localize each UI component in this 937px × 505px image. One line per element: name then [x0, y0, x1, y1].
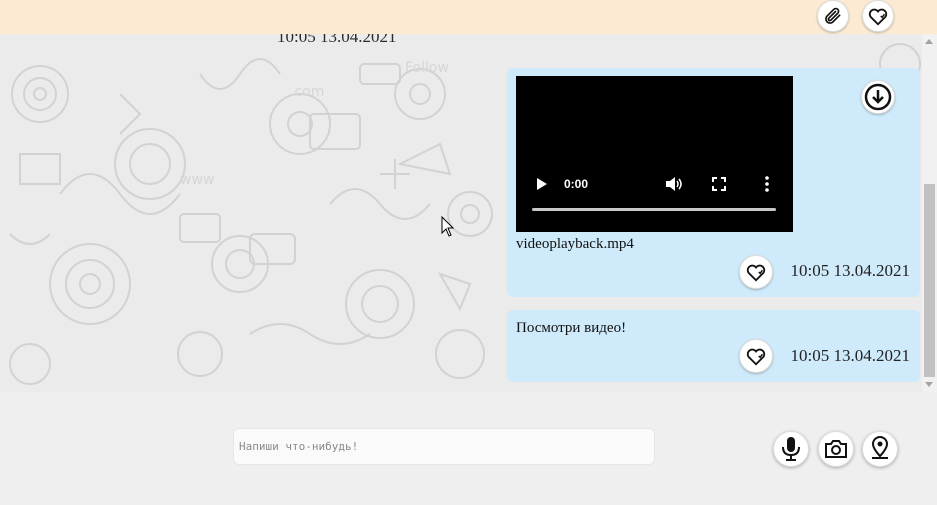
message-text: Посмотри видео!	[516, 320, 627, 336]
previous-message-time: 10:05 13.04.2021	[277, 34, 397, 46]
volume-icon[interactable]	[665, 176, 683, 192]
like-button[interactable]	[739, 339, 773, 373]
svg-text:www: www	[180, 172, 214, 188]
video-file-name[interactable]: videoplayback.mp4	[516, 236, 634, 253]
location-button[interactable]	[862, 431, 898, 467]
scroll-up-arrow[interactable]	[925, 39, 933, 44]
like-button[interactable]	[739, 255, 773, 289]
video-message-bubble: 0:00 videoplayback.mp4 10:05 13.04.2021	[507, 68, 920, 297]
chat-scrollbar[interactable]	[922, 34, 937, 392]
microphone-button[interactable]	[773, 431, 809, 467]
fullscreen-icon[interactable]	[712, 177, 726, 191]
message-input[interactable]	[233, 428, 655, 465]
top-bar	[0, 0, 937, 34]
video-player[interactable]: 0:00	[516, 76, 793, 232]
heart-icon	[746, 348, 766, 366]
more-options-icon[interactable]	[765, 176, 769, 192]
download-button[interactable]	[861, 80, 895, 114]
scroll-down-arrow[interactable]	[925, 382, 933, 387]
svg-text:.com: .com	[290, 84, 324, 100]
attach-button[interactable]	[817, 0, 849, 32]
play-icon[interactable]	[536, 177, 548, 191]
camera-icon	[825, 440, 847, 458]
message-time: 10:05 13.04.2021	[790, 346, 910, 365]
video-current-time: 0:00	[564, 177, 589, 191]
heart-icon	[746, 264, 766, 282]
chat-area[interactable]: .com www Follow 10:05 13.04.2021 0:00 vide…	[0, 34, 937, 392]
download-icon	[864, 83, 892, 111]
paperclip-icon	[825, 7, 841, 24]
camera-button[interactable]	[818, 431, 854, 467]
location-pin-icon	[871, 436, 889, 459]
message-time: 10:05 13.04.2021	[790, 261, 910, 280]
favorites-button[interactable]	[862, 0, 894, 32]
video-progress-bar[interactable]	[532, 208, 776, 211]
microphone-icon	[782, 437, 800, 461]
heart-icon	[868, 8, 888, 26]
text-message-bubble: Посмотри видео! 10:05 13.04.2021	[507, 310, 920, 382]
svg-text:Follow: Follow	[405, 60, 449, 76]
scrollbar-thumb[interactable]	[924, 184, 935, 377]
mouse-cursor	[441, 216, 455, 237]
